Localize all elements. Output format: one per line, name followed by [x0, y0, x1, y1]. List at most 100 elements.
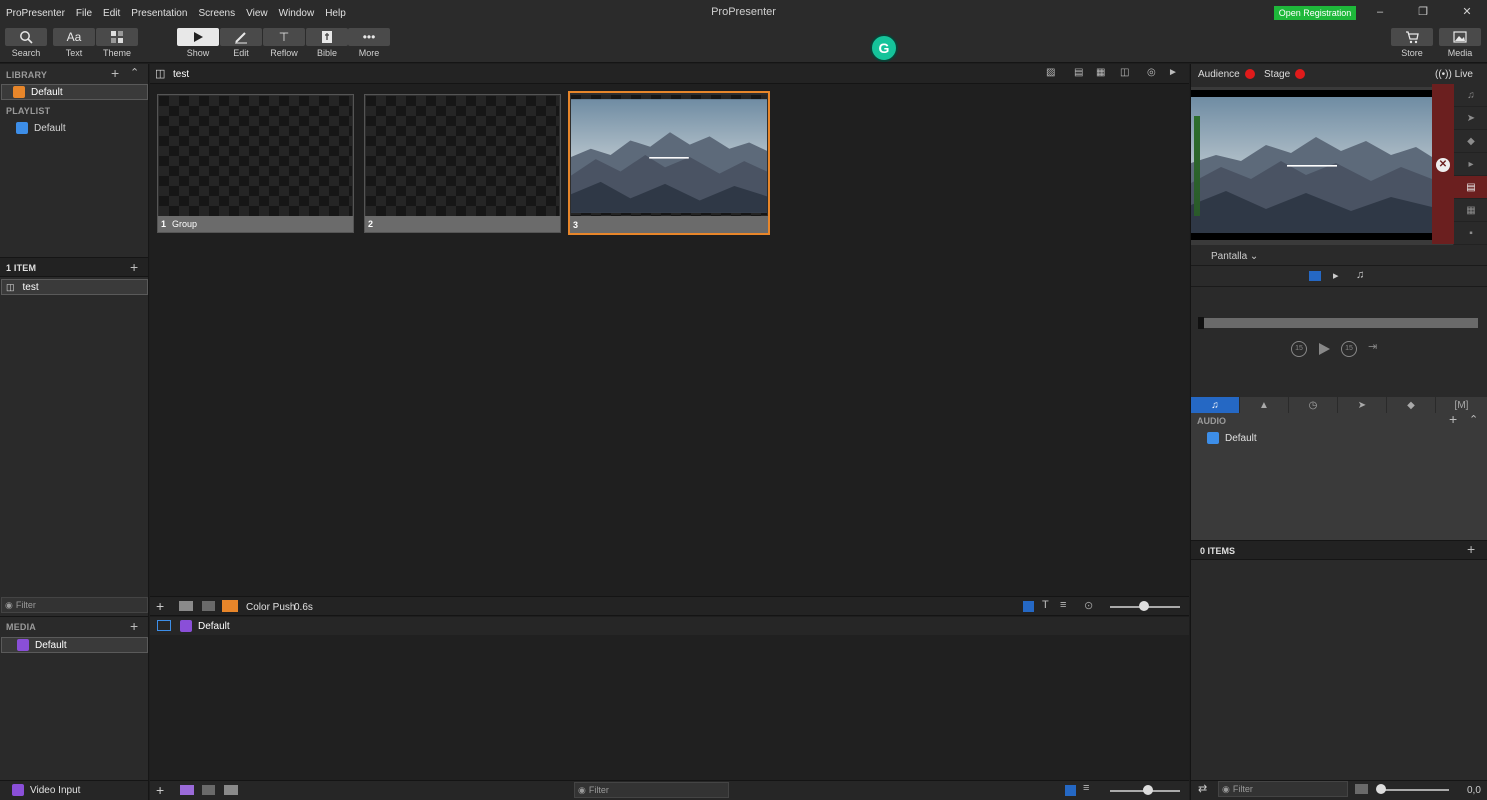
volume-slider-thumb[interactable]: [1376, 784, 1386, 794]
checker-icon[interactable]: [1355, 784, 1368, 794]
video-input-button[interactable]: Video Input: [12, 782, 80, 798]
bible-button[interactable]: Bible: [306, 28, 348, 61]
transition-icon[interactable]: [222, 600, 238, 612]
restore-icon[interactable]: ❐: [1416, 5, 1430, 19]
media-item-default[interactable]: Default: [1, 637, 148, 653]
menu-help[interactable]: Help: [325, 8, 346, 19]
skip-forward-icon[interactable]: 15: [1341, 341, 1357, 357]
tab-macros[interactable]: [M]: [1436, 397, 1487, 413]
filter-input[interactable]: ◉ Filter: [1, 597, 148, 613]
menu-screens[interactable]: Screens: [198, 8, 235, 19]
list-view-icon[interactable]: ≡: [1060, 599, 1066, 611]
slide-3[interactable]: 3: [568, 91, 770, 235]
menu-view[interactable]: View: [246, 8, 268, 19]
zoom-slider-thumb[interactable]: [1139, 601, 1149, 611]
text-button[interactable]: Aa Text: [53, 28, 95, 61]
playlist-item-default[interactable]: Default: [16, 120, 66, 136]
grid-view-icon[interactable]: [1023, 601, 1034, 612]
skip-to-end-icon[interactable]: ⇥: [1368, 340, 1377, 353]
add-audio-icon[interactable]: +: [1449, 412, 1457, 426]
tab-audio[interactable]: ♫: [1191, 397, 1240, 413]
list-item-test[interactable]: ◫ test: [1, 279, 148, 295]
add-slide-icon[interactable]: +: [156, 598, 164, 614]
open-registration-button[interactable]: Open Registration: [1274, 6, 1356, 20]
zoom-slider-thumb[interactable]: [1143, 785, 1153, 795]
add-audio-item-icon[interactable]: +: [1467, 542, 1475, 556]
shuffle-icon[interactable]: ⇄: [1198, 782, 1207, 795]
show-button[interactable]: Show: [177, 28, 219, 61]
list-view-icon[interactable]: ≡: [1083, 782, 1089, 794]
minimize-icon[interactable]: –: [1373, 5, 1387, 19]
skip-back-icon[interactable]: 15: [1291, 341, 1307, 357]
screen-select[interactable]: Pantalla ⌄: [1211, 251, 1258, 262]
clear-audio-icon[interactable]: ♫: [1454, 84, 1487, 107]
reflow-button[interactable]: ⊤ Reflow: [263, 28, 305, 61]
collapse-icon[interactable]: ⌃: [130, 67, 139, 79]
timeline-playhead[interactable]: [1198, 317, 1204, 329]
search-button[interactable]: Search: [5, 28, 47, 61]
media-filter-input[interactable]: ◉ Filter: [574, 782, 729, 798]
volume-slider-track[interactable]: [1377, 789, 1449, 791]
tab-layers[interactable]: ◆: [1387, 397, 1436, 413]
more-button[interactable]: ••• More: [348, 28, 390, 61]
transition-icon[interactable]: [224, 785, 238, 795]
stage-toggle[interactable]: Stage: [1264, 69, 1306, 80]
text-view-icon[interactable]: T: [1042, 599, 1049, 611]
clear-slide-icon[interactable]: ▤: [1454, 176, 1487, 199]
clear-props-icon[interactable]: ◆: [1454, 130, 1487, 153]
layout-icon[interactable]: [179, 601, 193, 611]
clear-announcement-icon[interactable]: ➤: [1454, 107, 1487, 130]
media-playlist-row: Default: [150, 617, 1189, 635]
store-button[interactable]: Store: [1391, 28, 1433, 61]
collapse-icon[interactable]: ⌃: [1469, 414, 1478, 426]
media-layout-icon[interactable]: [157, 620, 171, 631]
media-playlist-label[interactable]: Default: [198, 621, 230, 632]
close-icon[interactable]: ✕: [1460, 5, 1474, 19]
slide-preview-tab-icon[interactable]: [1309, 271, 1321, 281]
edit-button[interactable]: Edit: [220, 28, 262, 61]
media-layout-icon[interactable]: [180, 785, 194, 795]
tab-props[interactable]: ▲: [1240, 397, 1289, 413]
menu-edit[interactable]: Edit: [103, 8, 120, 19]
announcement-tab-icon[interactable]: ▸: [1333, 269, 1339, 282]
add-item-icon[interactable]: +: [130, 260, 138, 274]
menu-window[interactable]: Window: [279, 8, 315, 19]
reflow-icon[interactable]: ▦: [1096, 67, 1105, 78]
add-media-icon[interactable]: +: [156, 782, 164, 798]
live-toggle[interactable]: ((•)) Live: [1435, 69, 1473, 80]
music-tab-icon[interactable]: ♫: [1356, 269, 1364, 281]
slide-2[interactable]: 2: [364, 94, 561, 233]
transition-name[interactable]: Color Push: [246, 602, 295, 613]
menu-file[interactable]: File: [76, 8, 92, 19]
media-button[interactable]: Media: [1439, 28, 1481, 61]
target-icon[interactable]: ◎: [1147, 67, 1156, 78]
audio-filter-input[interactable]: ◉ Filter: [1218, 781, 1348, 797]
tab-announcements[interactable]: ➤: [1338, 397, 1387, 413]
grid-view-icon[interactable]: [1065, 785, 1076, 796]
play-icon[interactable]: [1317, 342, 1331, 356]
fit-width-icon[interactable]: ▨: [1046, 67, 1055, 78]
theme-button[interactable]: Theme: [96, 28, 138, 61]
timeline-scrubber[interactable]: [1198, 318, 1478, 328]
options-icon[interactable]: ⊙: [1084, 599, 1093, 612]
slide-1[interactable]: 1 Group: [157, 94, 354, 233]
clear-video-icon[interactable]: ▪: [1454, 222, 1487, 245]
tab-timers[interactable]: ◷: [1289, 397, 1338, 413]
clipboard-icon[interactable]: ▤: [1074, 67, 1083, 78]
transition-duration[interactable]: 0.6s: [294, 602, 313, 613]
menu-presentation[interactable]: Presentation: [131, 8, 187, 19]
split-icon[interactable]: ◫: [1120, 67, 1129, 78]
clear-messages-icon[interactable]: ▸: [1454, 153, 1487, 176]
grammarly-icon[interactable]: G: [870, 34, 898, 62]
audience-toggle[interactable]: Audience: [1198, 69, 1255, 80]
library-item-default[interactable]: Default: [1, 84, 148, 100]
add-media-icon[interactable]: +: [130, 619, 138, 633]
go-icon[interactable]: ►: [1168, 67, 1178, 78]
checker-icon[interactable]: [202, 785, 215, 795]
clear-all-icon[interactable]: ✕: [1436, 158, 1450, 172]
add-library-icon[interactable]: +: [111, 66, 119, 80]
menu-app[interactable]: ProPresenter: [6, 8, 65, 19]
clear-media-icon[interactable]: ▦: [1454, 199, 1487, 222]
checker-icon[interactable]: [202, 601, 215, 611]
audio-item-default[interactable]: Default: [1207, 430, 1257, 446]
